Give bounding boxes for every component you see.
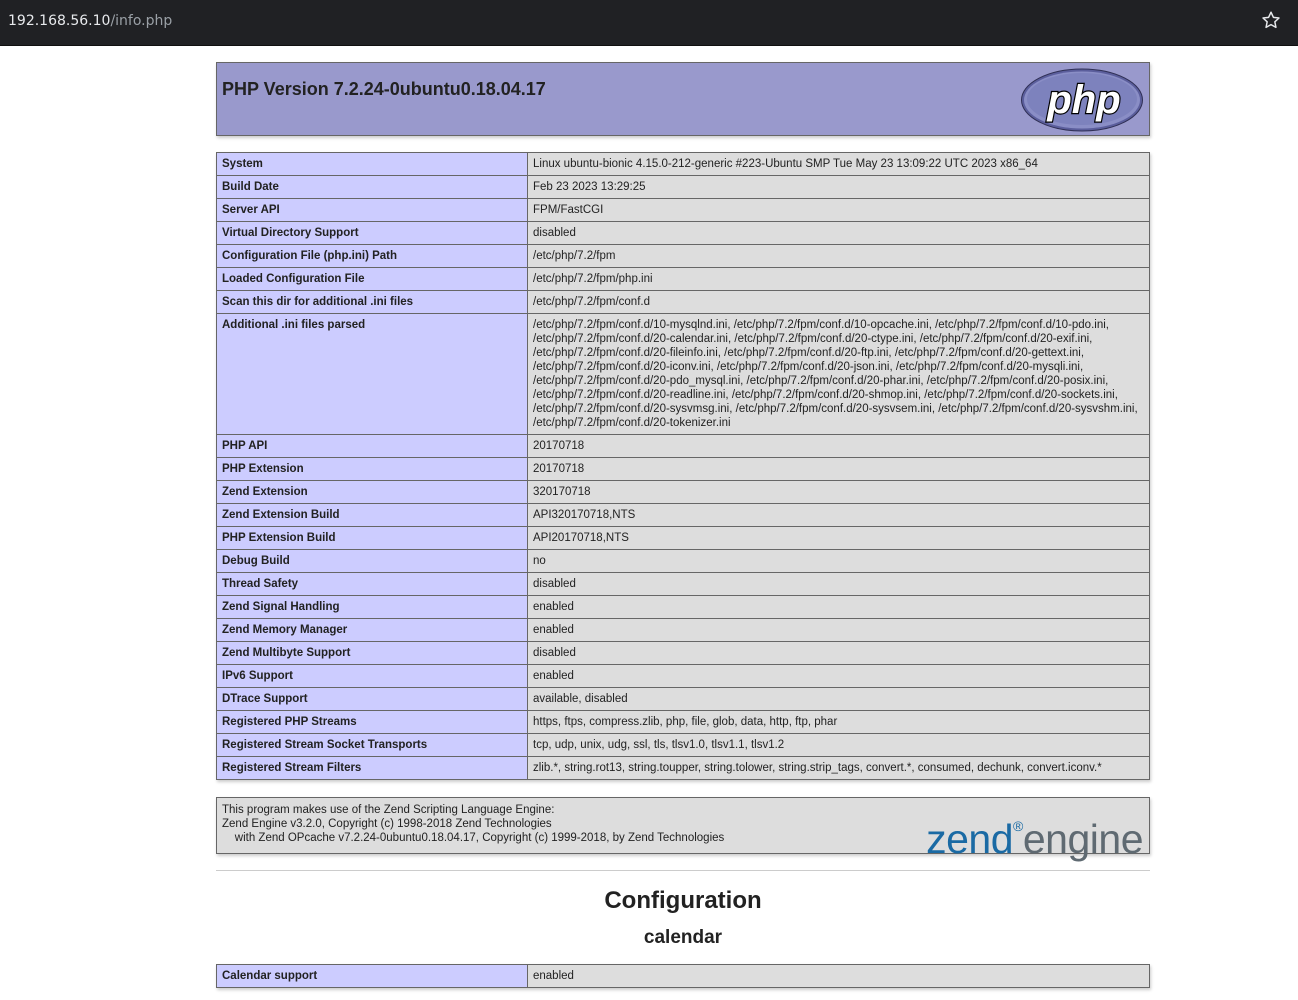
row-value: Linux ubuntu-bionic 4.15.0-212-generic #…: [527, 152, 1150, 176]
registered-mark-icon: ®: [1013, 818, 1023, 834]
row-value: no: [527, 549, 1150, 573]
row-value: available, disabled: [527, 687, 1150, 711]
zend-logo-word: zend: [926, 816, 1014, 862]
phpinfo-page: PHP Version 7.2.24-0ubuntu0.18.04.17 php…: [216, 62, 1150, 988]
zend-credit-line: This program makes use of the Zend Scrip…: [222, 804, 555, 816]
row-label: Zend Extension Build: [216, 503, 528, 527]
calendar-table: Calendar support enabled: [216, 964, 1150, 988]
table-row: Scan this dir for additional .ini files /…: [216, 290, 1150, 314]
row-label: Zend Multibyte Support: [216, 641, 528, 665]
table-row: Configuration File (php.ini) Path/etc/ph…: [216, 244, 1150, 268]
page-title: PHP Version 7.2.24-0ubuntu0.18.04.17: [222, 79, 546, 99]
row-label: DTrace Support: [216, 687, 528, 711]
row-value: 20170718: [527, 434, 1150, 458]
row-label: Thread Safety: [216, 572, 528, 596]
table-row: Build Date Feb 23 2023 13:29:25: [216, 175, 1150, 199]
table-row: Loaded Configuration File/etc/php/7.2/fp…: [216, 267, 1150, 291]
row-value: Feb 23 2023 13:29:25: [527, 175, 1150, 199]
table-row: PHP Extension 20170718: [216, 457, 1150, 481]
row-label: PHP Extension: [216, 457, 528, 481]
row-label: Debug Build: [216, 549, 528, 573]
php-logo: php: [1021, 68, 1143, 132]
table-row: Zend Extension 320170718: [216, 480, 1150, 504]
table-row: System Linux ubuntu-bionic 4.15.0-212-gen…: [216, 152, 1150, 176]
row-value: 20170718: [527, 457, 1150, 481]
table-row: Additional .ini files parsed/etc/php/7.2…: [216, 313, 1150, 435]
row-label: Zend Extension: [216, 480, 528, 504]
row-label: Server API: [216, 198, 528, 222]
row-label: PHP API: [216, 434, 528, 458]
row-value: API20170718,NTS: [527, 526, 1150, 550]
table-row: Debug Build no: [216, 549, 1150, 573]
row-value: disabled: [527, 221, 1150, 245]
table-row: PHP Extension Build API20170718,NTS: [216, 526, 1150, 550]
row-value: API320170718,NTS: [527, 503, 1150, 527]
row-label: Loaded Configuration File: [216, 267, 528, 291]
row-label: Build Date: [216, 175, 528, 199]
address-bar[interactable]: 192.168.56.10/info.php: [8, 13, 172, 29]
row-value: enabled: [527, 664, 1150, 688]
zend-credits: This program makes use of the Zend Scrip…: [222, 803, 724, 845]
row-label: Zend Memory Manager: [216, 618, 528, 642]
row-value: /etc/php/7.2/fpm/php.ini: [527, 267, 1150, 291]
table-row: Registered Stream Socket Transports tcp, …: [216, 733, 1150, 757]
row-value: zlib.*, string.rot13, string.toupper, st…: [527, 756, 1150, 780]
table-row: Zend Extension Build API320170718,NTS: [216, 503, 1150, 527]
table-row: Registered PHP Streams https, ftps, compr…: [216, 710, 1150, 734]
table-row: Zend Signal Handling enabled: [216, 595, 1150, 619]
zend-engine-box: This program makes use of the Zend Scrip…: [216, 797, 1150, 862]
table-row: Zend Multibyte Support disabled: [216, 641, 1150, 665]
section-divider: [216, 870, 1150, 871]
row-value: enabled: [527, 964, 1150, 988]
php-logo-text: php: [1046, 78, 1120, 122]
configuration-heading: Configuration: [604, 887, 762, 914]
zend-credit-line: with Zend OPcache v7.2.24-0ubuntu0.18.04…: [222, 832, 725, 844]
row-label: PHP Extension Build: [216, 526, 528, 550]
row-value: /etc/php/7.2/fpm/conf.d: [527, 290, 1150, 314]
table-row: Zend Memory Manager enabled: [216, 618, 1150, 642]
zend-engine-logo: zend®engine: [926, 802, 1143, 863]
row-value: https, ftps, compress.zlib, php, file, g…: [527, 710, 1150, 734]
row-value: disabled: [527, 641, 1150, 665]
row-label: Virtual Directory Support: [216, 221, 528, 245]
table-row: Server API FPM/FastCGI: [216, 198, 1150, 222]
row-value: disabled: [527, 572, 1150, 596]
table-row: Calendar support enabled: [216, 964, 1150, 988]
table-row: Thread Safety disabled: [216, 572, 1150, 596]
zend-credit-line: Zend Engine v3.2.0, Copyright (c) 1998-2…: [222, 818, 552, 830]
table-row: PHP API 20170718: [216, 434, 1150, 458]
row-value: 320170718: [527, 480, 1150, 504]
row-label: Registered PHP Streams: [216, 710, 528, 734]
row-label: Scan this dir for additional .ini files: [216, 290, 528, 314]
table-row: Registered Stream Filters zlib.*, string.…: [216, 756, 1150, 780]
table-row: Virtual Directory Support disabled: [216, 221, 1150, 245]
row-value: enabled: [527, 595, 1150, 619]
row-value: tcp, udp, unix, udg, ssl, tls, tlsv1.0, …: [527, 733, 1150, 757]
row-value: enabled: [527, 618, 1150, 642]
row-label: Configuration File (php.ini) Path: [216, 244, 528, 268]
row-label: Registered Stream Socket Transports: [216, 733, 528, 757]
engine-logo-word: engine: [1022, 816, 1144, 862]
browser-toolbar: 192.168.56.10/info.php: [0, 0, 1298, 46]
row-label: Additional .ini files parsed: [216, 313, 528, 435]
row-label: Calendar support: [216, 964, 528, 988]
general-info-table: System Linux ubuntu-bionic 4.15.0-212-gen…: [216, 152, 1150, 780]
star-icon[interactable]: [1260, 9, 1282, 31]
row-label: Registered Stream Filters: [216, 756, 528, 780]
table-row: DTrace Support available, disabled: [216, 687, 1150, 711]
row-value: /etc/php/7.2/fpm: [527, 244, 1150, 268]
version-header: PHP Version 7.2.24-0ubuntu0.18.04.17 php: [216, 62, 1150, 136]
row-value: /etc/php/7.2/fpm/conf.d/10-mysqlnd.ini, …: [527, 313, 1150, 435]
url-host: 192.168.56.10: [8, 13, 111, 29]
row-label: IPv6 Support: [216, 664, 528, 688]
table-row: IPv6 Support enabled: [216, 664, 1150, 688]
url-path: /info.php: [110, 13, 173, 29]
row-label: Zend Signal Handling: [216, 595, 528, 619]
row-label: System: [216, 152, 528, 176]
row-value: FPM/FastCGI: [527, 198, 1150, 222]
module-heading-calendar: calendar: [643, 927, 723, 948]
